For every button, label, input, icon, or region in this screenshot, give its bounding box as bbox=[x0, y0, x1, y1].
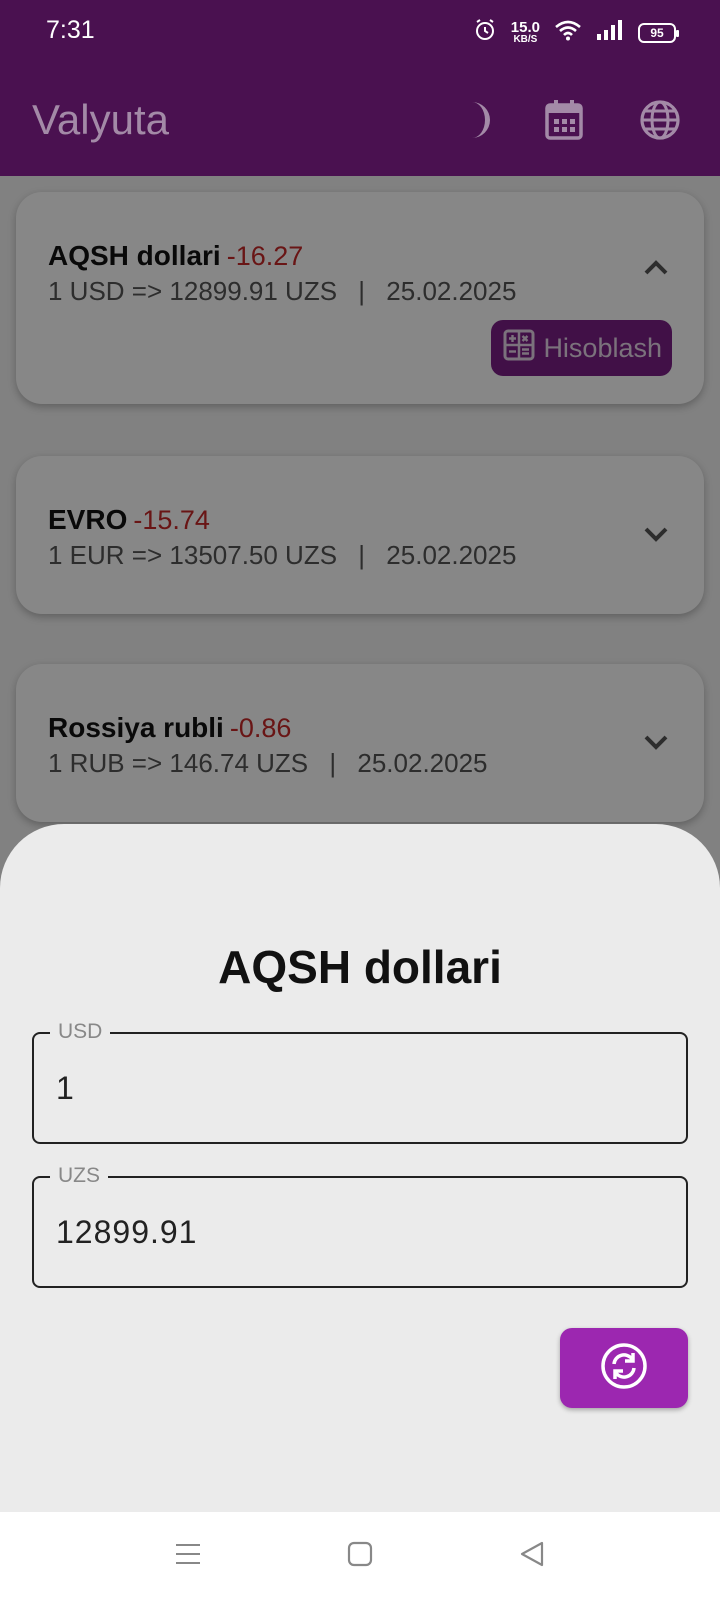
wifi-icon bbox=[554, 19, 582, 46]
from-amount-field[interactable]: USD 1 bbox=[32, 1020, 688, 1144]
swap-icon bbox=[600, 1342, 648, 1395]
to-amount-value[interactable]: 12899.91 bbox=[56, 1214, 197, 1251]
to-amount-field[interactable]: UZS 12899.91 bbox=[32, 1164, 688, 1288]
calendar-button[interactable] bbox=[536, 94, 592, 150]
recent-apps-button[interactable] bbox=[168, 1536, 208, 1576]
status-time: 7:31 bbox=[46, 16, 95, 44]
status-icons: 15.0 KB/S 95 bbox=[473, 18, 679, 47]
moon-icon bbox=[456, 100, 496, 145]
back-icon bbox=[518, 1540, 546, 1573]
status-bar: 7:31 15.0 KB/S 95 bbox=[0, 0, 720, 66]
calendar-icon bbox=[544, 99, 584, 146]
menu-icon bbox=[174, 1540, 202, 1573]
app-bar: Valyuta bbox=[0, 66, 720, 176]
swap-button[interactable] bbox=[560, 1328, 688, 1408]
battery-icon: 95 bbox=[638, 22, 679, 43]
app-title: Valyuta bbox=[32, 96, 169, 143]
sheet-title: AQSH dollari bbox=[218, 941, 502, 993]
alarm-icon bbox=[473, 18, 497, 47]
language-button[interactable] bbox=[632, 94, 688, 150]
navigation-bar bbox=[0, 1512, 720, 1600]
back-button[interactable] bbox=[512, 1536, 552, 1576]
to-currency-label: UZS bbox=[50, 1164, 108, 1188]
network-speed: 15.0 KB/S bbox=[510, 19, 540, 45]
home-button[interactable] bbox=[340, 1536, 380, 1576]
converter-bottom-sheet: AQSH dollari USD 1 UZS 12899.91 bbox=[0, 824, 720, 1512]
from-amount-value[interactable]: 1 bbox=[56, 1070, 75, 1107]
from-currency-label: USD bbox=[50, 1020, 111, 1044]
signal-icon bbox=[596, 19, 624, 46]
theme-toggle-button[interactable] bbox=[448, 94, 504, 150]
globe-icon bbox=[639, 99, 681, 146]
home-icon bbox=[346, 1540, 374, 1573]
